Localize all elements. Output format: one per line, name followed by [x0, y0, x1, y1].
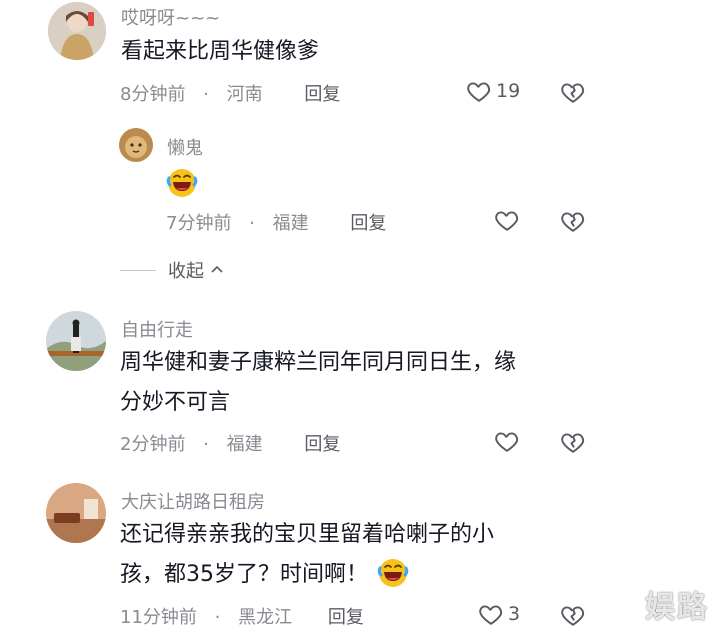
like-button[interactable]: 19: [466, 78, 520, 104]
reply-button[interactable]: 回复: [304, 80, 340, 106]
comment-meta: 7分钟前 · 福建 回复: [166, 209, 386, 235]
comment-location: 福建: [272, 213, 309, 234]
broken-heart-icon[interactable]: [560, 208, 586, 234]
comment-username[interactable]: 自由行走: [121, 316, 193, 342]
meta-separator: ·: [249, 213, 255, 234]
comment-content-line: 分妙不可言: [120, 390, 231, 415]
like-button[interactable]: [494, 207, 520, 233]
heart-icon: [478, 601, 504, 627]
avatar-landscape-illustration: [46, 311, 106, 371]
comment-meta: 8分钟前 · 河南 回复: [120, 80, 340, 106]
comment-time: 8分钟前: [120, 84, 186, 105]
like-button[interactable]: 3: [478, 601, 520, 627]
comment-content: 看起来比周华健像爹: [121, 39, 320, 64]
comment-username[interactable]: 哎呀呀~~~: [121, 4, 220, 30]
meta-separator: ·: [203, 84, 209, 105]
reply-button[interactable]: 回复: [350, 209, 386, 235]
comment-location: 福建: [226, 434, 263, 455]
heart-icon: [494, 428, 520, 454]
reply-button[interactable]: 回复: [304, 430, 340, 456]
collapse-replies-button[interactable]: 收起: [120, 257, 226, 283]
avatar-girl-illustration: [48, 2, 106, 60]
reply-button[interactable]: 回复: [328, 603, 364, 629]
user-avatar-cat[interactable]: [119, 128, 153, 162]
comment-meta: 11分钟前 · 黑龙江 回复: [120, 603, 364, 629]
avatar-cat-illustration: [119, 128, 153, 162]
chevron-up-icon: [211, 265, 223, 273]
heart-icon: [466, 78, 492, 104]
comment-content: 周华健和妻子康粹兰同年同月同日生，缘 分妙不可言: [120, 343, 516, 423]
user-avatar-landscape[interactable]: [46, 311, 106, 371]
avatar-room-illustration: [46, 483, 106, 543]
user-avatar-room[interactable]: [46, 483, 106, 543]
like-count: 3: [508, 603, 521, 625]
broken-heart-icon[interactable]: [560, 602, 586, 628]
laughing-crying-emoji-icon: [377, 557, 409, 589]
user-avatar-girl[interactable]: [48, 2, 106, 60]
broken-heart-icon[interactable]: [560, 429, 586, 455]
comment-username[interactable]: 懒鬼: [167, 134, 203, 160]
heart-icon: [494, 207, 520, 233]
watermark-logo: 娱路: [645, 590, 709, 625]
comment-content-line: 孩，都35岁了？时间啊！: [120, 555, 494, 595]
broken-heart-icon[interactable]: [560, 79, 586, 105]
comment-content-line: 周华健和妻子康粹兰同年同月同日生，缘: [120, 350, 517, 375]
comment-content: 还记得亲亲我的宝贝里留着哈喇子的小 孩，都35岁了？时间啊！: [120, 515, 494, 595]
comment-username[interactable]: 大庆让胡路日租房: [121, 488, 265, 514]
comment-content-text: 孩，都35岁了？时间啊！: [120, 562, 368, 587]
like-count: 19: [496, 80, 521, 102]
comment-time: 7分钟前: [166, 213, 232, 234]
comment-location: 黑龙江: [238, 607, 293, 628]
comment-content-line: 还记得亲亲我的宝贝里留着哈喇子的小: [120, 522, 495, 547]
comment-time: 11分钟前: [120, 607, 197, 628]
laughing-crying-emoji-icon: [166, 167, 198, 199]
comment-time: 2分钟前: [120, 434, 186, 455]
meta-separator: ·: [203, 434, 209, 455]
collapse-label: 收起: [168, 261, 204, 282]
divider-line: [120, 269, 156, 271]
comment-location: 河南: [226, 84, 263, 105]
meta-separator: ·: [214, 607, 221, 628]
like-button[interactable]: [494, 428, 520, 454]
comment-meta: 2分钟前 · 福建 回复: [120, 430, 340, 456]
